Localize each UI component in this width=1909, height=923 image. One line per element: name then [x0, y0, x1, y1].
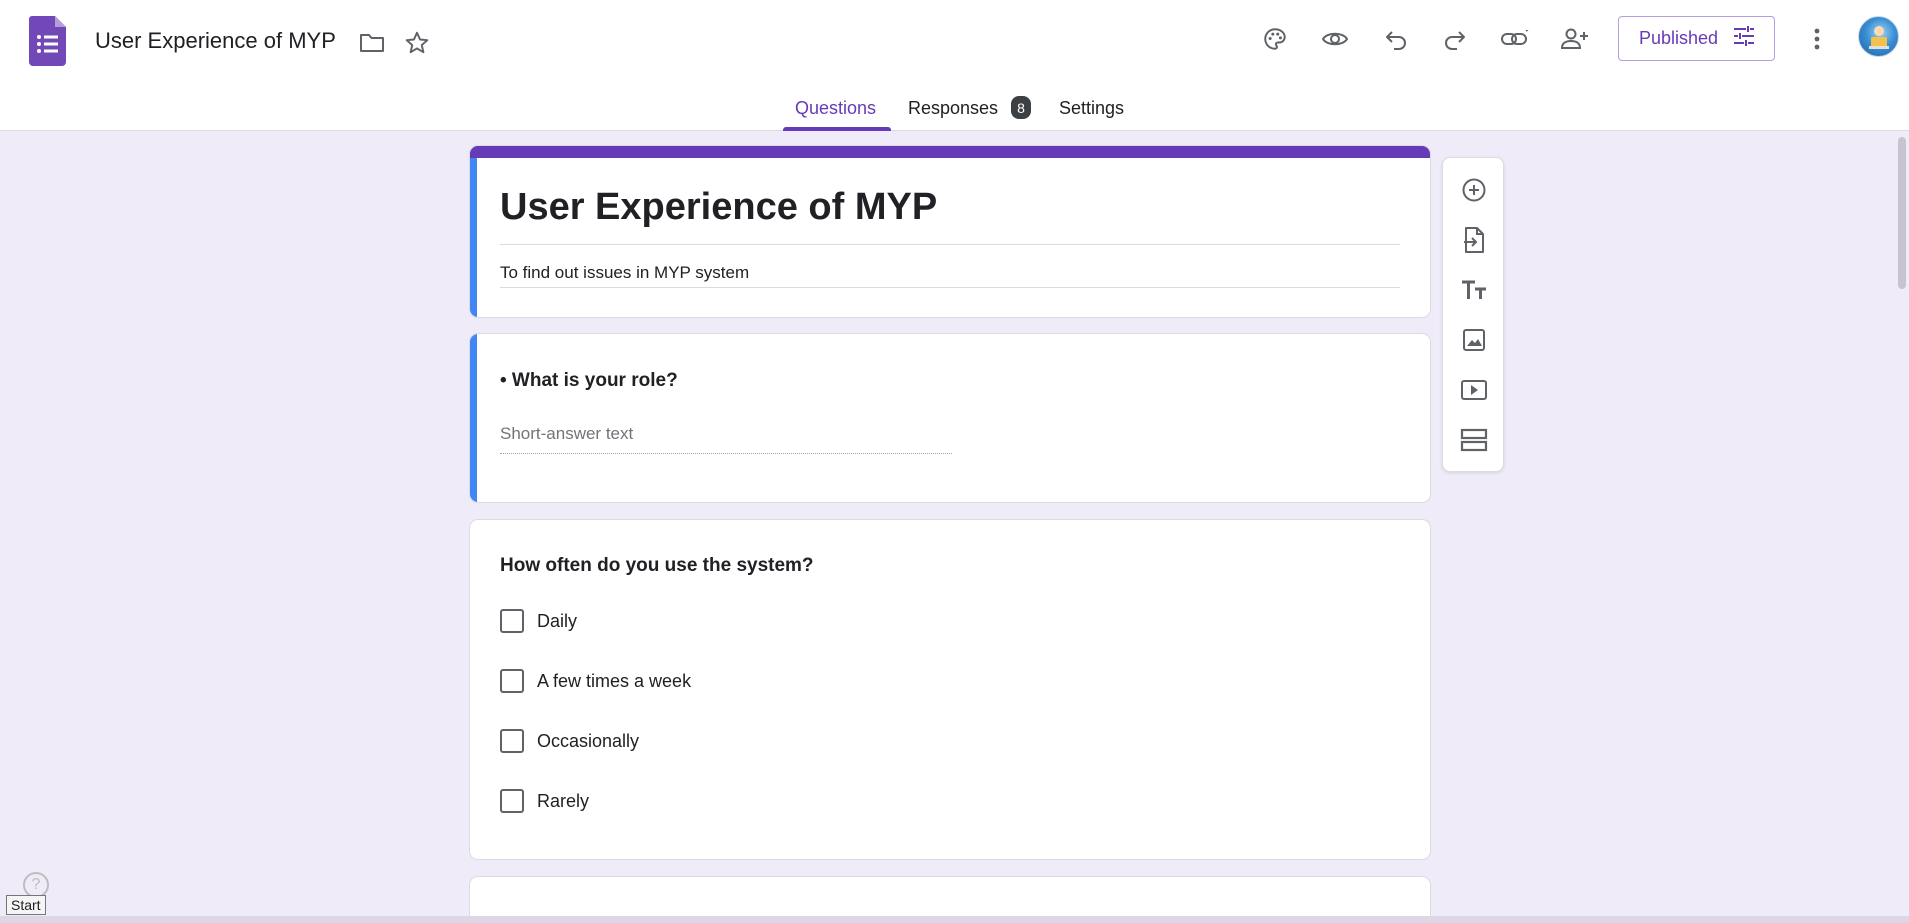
checkbox-option[interactable]: Rarely: [500, 789, 589, 813]
page-scrollbar[interactable]: [1895, 131, 1909, 923]
short-answer-field: Short-answer text: [500, 424, 952, 454]
option-label: A few times a week: [537, 670, 692, 691]
checkbox-icon[interactable]: [500, 729, 524, 753]
add-image-icon[interactable]: [1452, 318, 1496, 362]
active-tab-indicator: [783, 127, 891, 131]
tune-sliders-icon: [1732, 25, 1756, 52]
question-toolbar: [1442, 157, 1504, 472]
taskbar-strip: [0, 916, 1909, 923]
import-questions-icon[interactable]: [1452, 218, 1496, 262]
add-video-icon[interactable]: [1452, 368, 1496, 412]
star-icon[interactable]: [402, 28, 432, 58]
checkbox-option[interactable]: A few times a week: [500, 669, 691, 693]
published-button[interactable]: Published: [1618, 16, 1775, 61]
palette-icon[interactable]: [1254, 18, 1296, 60]
published-label: Published: [1639, 28, 1719, 48]
tab-responses[interactable]: Responses: [908, 98, 998, 119]
checkbox-icon[interactable]: [500, 609, 524, 633]
add-title-icon[interactable]: [1452, 268, 1496, 312]
folder-icon[interactable]: [357, 28, 387, 58]
undo-icon[interactable]: [1375, 18, 1417, 60]
form-description[interactable]: To find out issues in MYP system: [500, 263, 749, 283]
checkbox-option[interactable]: Occasionally: [500, 729, 639, 753]
more-vert-icon[interactable]: [1796, 18, 1838, 60]
forms-logo-icon[interactable]: [29, 16, 66, 66]
question-title[interactable]: How often do you use the system?: [500, 555, 814, 577]
description-underline: [500, 287, 1400, 288]
responses-count-badge: 8: [1011, 96, 1031, 119]
preview-eye-icon[interactable]: [1314, 18, 1356, 60]
start-tooltip: Start: [6, 895, 46, 915]
form-tabs: Questions Responses Settings: [0, 90, 1909, 131]
add-section-icon[interactable]: [1452, 418, 1496, 462]
short-answer-placeholder: Short-answer text: [500, 424, 634, 443]
option-label: Occasionally: [537, 730, 640, 751]
add-question-icon[interactable]: [1452, 168, 1496, 212]
redo-icon[interactable]: [1434, 18, 1476, 60]
title-underline: [500, 244, 1400, 245]
theme-color-band: [470, 146, 1430, 158]
add-collaborator-icon[interactable]: [1554, 18, 1596, 60]
tab-settings[interactable]: Settings: [1059, 98, 1124, 119]
top-header: User Experience of MYP Published Questio…: [0, 0, 1909, 131]
link-icon[interactable]: [1494, 18, 1536, 60]
scrollbar-thumb[interactable]: [1898, 137, 1906, 289]
question-card[interactable]: How often do you use the system? Daily A…: [469, 519, 1431, 860]
checkbox-icon[interactable]: [500, 669, 524, 693]
tab-questions[interactable]: Questions: [795, 98, 876, 119]
document-title[interactable]: User Experience of MYP: [95, 28, 336, 54]
form-title-card[interactable]: User Experience of MYP To find out issue…: [469, 145, 1431, 318]
option-label: Daily: [537, 610, 578, 631]
checkbox-icon[interactable]: [500, 789, 524, 813]
question-title[interactable]: • What is your role?: [500, 370, 678, 392]
checkbox-option[interactable]: Daily: [500, 609, 577, 633]
question-card[interactable]: • What is your role? Short-answer text: [469, 333, 1431, 503]
option-label: Rarely: [537, 790, 590, 811]
form-title[interactable]: User Experience of MYP: [500, 186, 937, 229]
account-avatar[interactable]: [1858, 16, 1899, 57]
